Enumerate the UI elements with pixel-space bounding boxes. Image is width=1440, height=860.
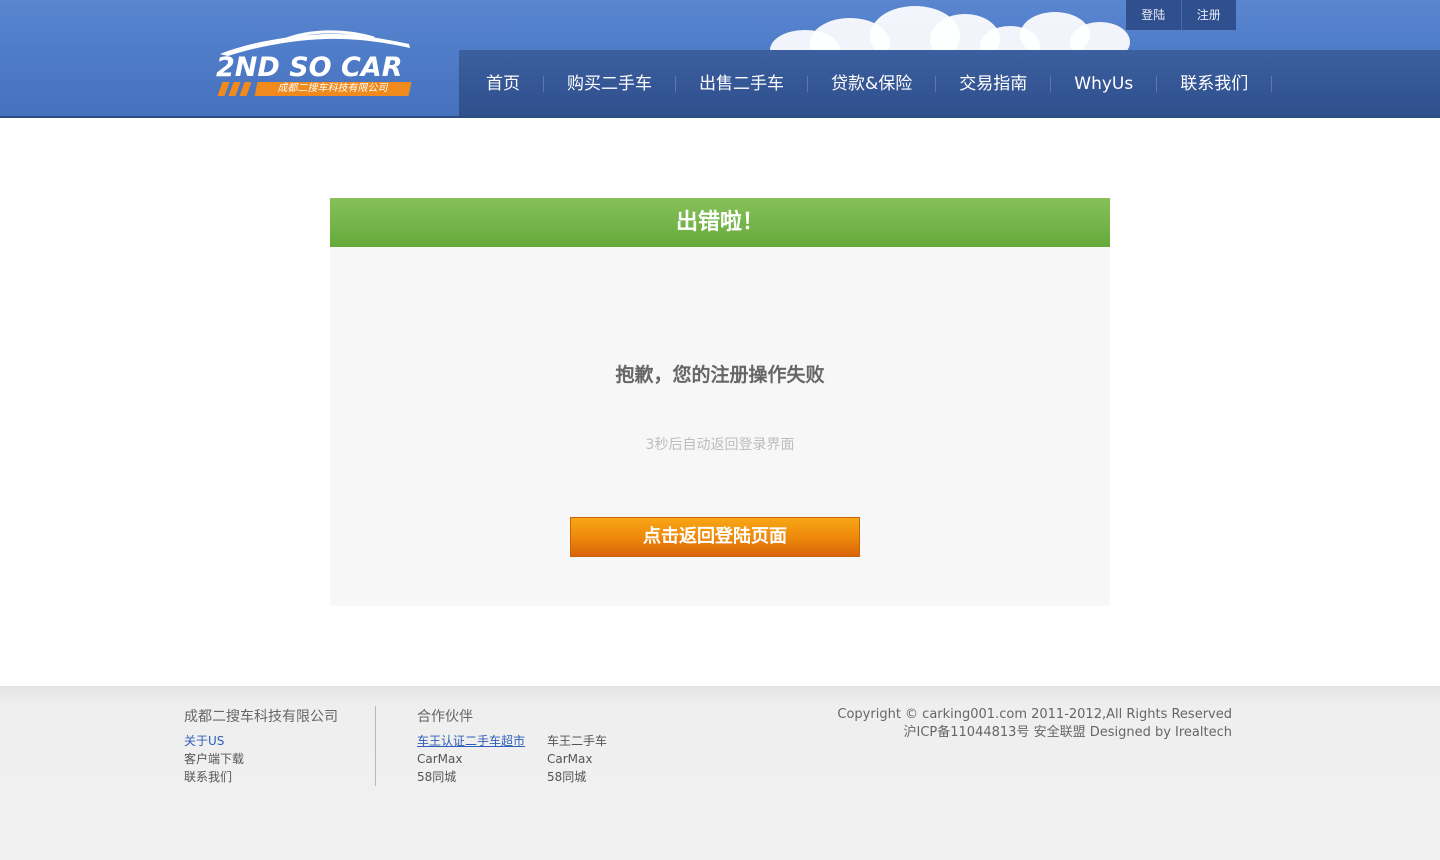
nav-item-buy[interactable]: 购买二手车 bbox=[544, 76, 676, 93]
logo-stripes bbox=[216, 82, 256, 96]
error-panel: 出错啦！ 抱歉，您的注册操作失败 3秒后自动返回登录界面 点击返回登陆页面 bbox=[330, 198, 1110, 606]
partner-link[interactable]: 58同城 bbox=[417, 768, 547, 786]
nav-item-whyus[interactable]: WhyUs bbox=[1051, 76, 1158, 93]
icp-text: 沪ICP备11044813号 安全联盟 Designed by Irealtec… bbox=[903, 725, 1232, 740]
header-divider bbox=[0, 116, 1440, 118]
error-message: 抱歉，您的注册操作失败 bbox=[615, 364, 825, 386]
logo-subtitle: 成都二搜车科技有限公司 bbox=[254, 82, 412, 96]
partners-column-1: 车王认证二手车超市 CarMax 58同城 bbox=[417, 732, 547, 786]
footer-copyright: Copyright © carking001.com 2011-2012,All… bbox=[837, 706, 1232, 742]
nav-item-sell[interactable]: 出售二手车 bbox=[676, 76, 808, 93]
partner-link[interactable]: 车王认证二手车超市 bbox=[417, 732, 547, 750]
footer-company: 成都二搜车科技有限公司 关于US 客户端下载 联系我们 bbox=[184, 706, 376, 786]
partner-link[interactable]: 车王二手车 bbox=[547, 732, 677, 750]
site-footer: 成都二搜车科技有限公司 关于US 客户端下载 联系我们 合作伙伴 车王认证二手车… bbox=[0, 686, 1440, 860]
account-links: 登陆 注册 bbox=[1126, 0, 1236, 30]
copyright-text: Copyright © carking001.com 2011-2012,All… bbox=[837, 707, 1232, 722]
register-link[interactable]: 注册 bbox=[1180, 0, 1237, 30]
footer-link-contact[interactable]: 联系我们 bbox=[184, 768, 375, 786]
logo-wordmark: 2ND SO CAR bbox=[216, 52, 403, 83]
partner-link[interactable]: 58同城 bbox=[547, 768, 677, 786]
partner-link[interactable]: CarMax bbox=[417, 750, 547, 768]
footer-partners-heading: 合作伙伴 bbox=[417, 709, 473, 725]
partners-column-2: 车王二手车 CarMax 58同城 bbox=[547, 732, 677, 786]
login-link[interactable]: 登陆 bbox=[1126, 0, 1181, 30]
nav-item-loan-insurance[interactable]: 贷款&保险 bbox=[808, 76, 937, 93]
main-nav: 首页 购买二手车 出售二手车 贷款&保险 交易指南 WhyUs 联系我们 bbox=[459, 50, 1440, 118]
footer-link-about[interactable]: 关于US bbox=[184, 732, 375, 750]
partner-link[interactable]: CarMax bbox=[547, 750, 677, 768]
error-title: 出错啦！ bbox=[330, 198, 1110, 247]
site-logo[interactable]: 2ND SO CAR 成都二搜车科技有限公司 bbox=[214, 30, 414, 100]
back-to-login-button[interactable]: 点击返回登陆页面 bbox=[570, 517, 860, 557]
footer-company-heading: 成都二搜车科技有限公司 bbox=[184, 709, 338, 725]
header-clouds bbox=[770, 0, 1170, 70]
site-header: 2ND SO CAR 成都二搜车科技有限公司 登陆 注册 首页 购买二手车 出售… bbox=[0, 0, 1440, 118]
footer-link-download[interactable]: 客户端下载 bbox=[184, 750, 375, 768]
redirect-hint: 3秒后自动返回登录界面 bbox=[645, 437, 795, 453]
footer-partners: 合作伙伴 车王认证二手车超市 CarMax 58同城 车王二手车 CarMax … bbox=[417, 706, 677, 786]
nav-item-contact[interactable]: 联系我们 bbox=[1157, 76, 1273, 93]
nav-item-home[interactable]: 首页 bbox=[459, 76, 544, 93]
nav-item-guide[interactable]: 交易指南 bbox=[936, 76, 1052, 93]
